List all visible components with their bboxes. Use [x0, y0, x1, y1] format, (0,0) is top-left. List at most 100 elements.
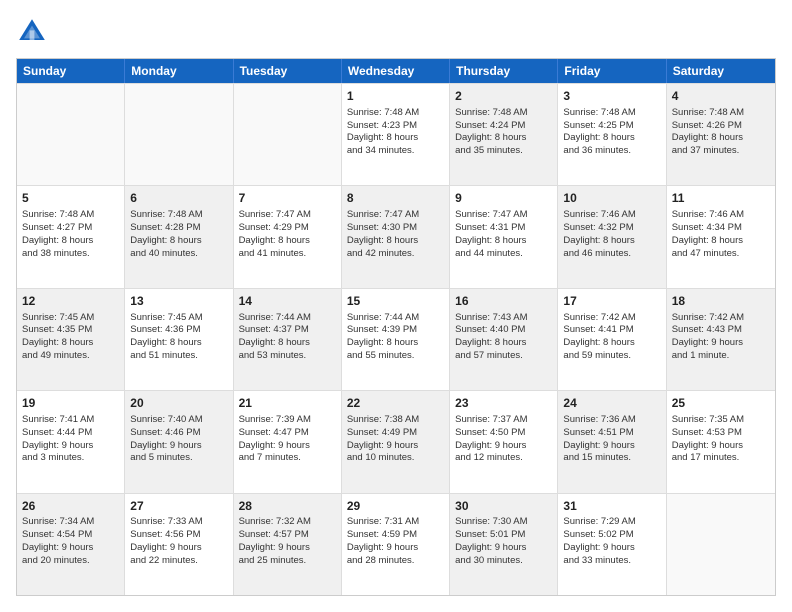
day-number: 6: [130, 190, 227, 207]
cal-cell: 16 Sunrise: 7:43 AM Sunset: 4:40 PM Dayli…: [450, 289, 558, 390]
cal-cell: [234, 84, 342, 185]
cell-info: Sunrise: 7:44 AM Sunset: 4:37 PM Dayligh…: [239, 312, 336, 363]
cal-cell: 8 Sunrise: 7:47 AM Sunset: 4:30 PM Daylig…: [342, 186, 450, 287]
cell-info: Sunrise: 7:47 AM Sunset: 4:31 PM Dayligh…: [455, 209, 552, 260]
day-number: 3: [563, 88, 660, 105]
day-number: 12: [22, 293, 119, 310]
cell-info: Sunrise: 7:44 AM Sunset: 4:39 PM Dayligh…: [347, 312, 444, 363]
cal-cell: 25Sunrise: 7:35 AM Sunset: 4:53 PM Dayli…: [667, 391, 775, 492]
day-number: 30: [455, 498, 552, 515]
cell-info: Sunrise: 7:41 AM Sunset: 4:44 PM Dayligh…: [22, 414, 119, 465]
day-number: 9: [455, 190, 552, 207]
calendar: SundayMondayTuesdayWednesdayThursdayFrid…: [16, 58, 776, 596]
cal-cell: 7Sunrise: 7:47 AM Sunset: 4:29 PM Daylig…: [234, 186, 342, 287]
day-number: 31: [563, 498, 660, 515]
cal-cell: [667, 494, 775, 595]
day-number: 16: [455, 293, 552, 310]
day-number: 23: [455, 395, 552, 412]
week-row-1: 1Sunrise: 7:48 AM Sunset: 4:23 PM Daylig…: [17, 83, 775, 185]
day-number: 19: [22, 395, 119, 412]
cal-cell: 12 Sunrise: 7:45 AM Sunset: 4:35 PM Dayli…: [17, 289, 125, 390]
header-day-sunday: Sunday: [17, 59, 125, 83]
cal-cell: 9 Sunrise: 7:47 AM Sunset: 4:31 PM Daylig…: [450, 186, 558, 287]
cal-cell: 2Sunrise: 7:48 AM Sunset: 4:24 PM Daylig…: [450, 84, 558, 185]
week-row-4: 19 Sunrise: 7:41 AM Sunset: 4:44 PM Dayli…: [17, 390, 775, 492]
cell-info: Sunrise: 7:48 AM Sunset: 4:28 PM Dayligh…: [130, 209, 227, 260]
cell-info: Sunrise: 7:43 AM Sunset: 4:40 PM Dayligh…: [455, 312, 552, 363]
cal-cell: 18 Sunrise: 7:42 AM Sunset: 4:43 PM Dayli…: [667, 289, 775, 390]
cell-info: Sunrise: 7:47 AM Sunset: 4:29 PM Dayligh…: [239, 209, 336, 260]
cal-cell: 15 Sunrise: 7:44 AM Sunset: 4:39 PM Dayli…: [342, 289, 450, 390]
day-number: 28: [239, 498, 336, 515]
header: [16, 16, 776, 48]
day-number: 13: [130, 293, 227, 310]
cal-cell: 3 Sunrise: 7:48 AM Sunset: 4:25 PM Daylig…: [558, 84, 666, 185]
cell-info: Sunrise: 7:40 AM Sunset: 4:46 PM Dayligh…: [130, 414, 227, 465]
cell-info: Sunrise: 7:48 AM Sunset: 4:25 PM Dayligh…: [563, 107, 660, 158]
cal-cell: 14 Sunrise: 7:44 AM Sunset: 4:37 PM Dayli…: [234, 289, 342, 390]
cal-cell: 27Sunrise: 7:33 AM Sunset: 4:56 PM Dayli…: [125, 494, 233, 595]
cal-cell: 30Sunrise: 7:30 AM Sunset: 5:01 PM Dayli…: [450, 494, 558, 595]
cal-cell: 19 Sunrise: 7:41 AM Sunset: 4:44 PM Dayli…: [17, 391, 125, 492]
cell-info: Sunrise: 7:48 AM Sunset: 4:24 PM Dayligh…: [455, 107, 552, 158]
cal-cell: 4Sunrise: 7:48 AM Sunset: 4:26 PM Daylig…: [667, 84, 775, 185]
cal-cell: 5Sunrise: 7:48 AM Sunset: 4:27 PM Daylig…: [17, 186, 125, 287]
cal-cell: 31Sunrise: 7:29 AM Sunset: 5:02 PM Dayli…: [558, 494, 666, 595]
cell-info: Sunrise: 7:46 AM Sunset: 4:34 PM Dayligh…: [672, 209, 770, 260]
cal-cell: 22Sunrise: 7:38 AM Sunset: 4:49 PM Dayli…: [342, 391, 450, 492]
day-number: 15: [347, 293, 444, 310]
day-number: 14: [239, 293, 336, 310]
cell-info: Sunrise: 7:42 AM Sunset: 4:41 PM Dayligh…: [563, 312, 660, 363]
cal-cell: 10 Sunrise: 7:46 AM Sunset: 4:32 PM Dayli…: [558, 186, 666, 287]
day-number: 26: [22, 498, 119, 515]
cal-cell: [125, 84, 233, 185]
cell-info: Sunrise: 7:42 AM Sunset: 4:43 PM Dayligh…: [672, 312, 770, 363]
day-number: 20: [130, 395, 227, 412]
cal-cell: 21 Sunrise: 7:39 AM Sunset: 4:47 PM Dayli…: [234, 391, 342, 492]
week-row-5: 26Sunrise: 7:34 AM Sunset: 4:54 PM Dayli…: [17, 493, 775, 595]
logo: [16, 16, 52, 48]
cell-info: Sunrise: 7:48 AM Sunset: 4:23 PM Dayligh…: [347, 107, 444, 158]
header-day-friday: Friday: [558, 59, 666, 83]
cell-info: Sunrise: 7:46 AM Sunset: 4:32 PM Dayligh…: [563, 209, 660, 260]
calendar-header: SundayMondayTuesdayWednesdayThursdayFrid…: [17, 59, 775, 83]
cal-cell: [17, 84, 125, 185]
cal-cell: 28Sunrise: 7:32 AM Sunset: 4:57 PM Dayli…: [234, 494, 342, 595]
cal-cell: 17 Sunrise: 7:42 AM Sunset: 4:41 PM Dayli…: [558, 289, 666, 390]
cell-info: Sunrise: 7:48 AM Sunset: 4:27 PM Dayligh…: [22, 209, 119, 260]
calendar-body: 1Sunrise: 7:48 AM Sunset: 4:23 PM Daylig…: [17, 83, 775, 595]
cell-info: Sunrise: 7:31 AM Sunset: 4:59 PM Dayligh…: [347, 516, 444, 567]
header-day-monday: Monday: [125, 59, 233, 83]
cal-cell: 29Sunrise: 7:31 AM Sunset: 4:59 PM Dayli…: [342, 494, 450, 595]
cell-info: Sunrise: 7:45 AM Sunset: 4:35 PM Dayligh…: [22, 312, 119, 363]
week-row-3: 12 Sunrise: 7:45 AM Sunset: 4:35 PM Dayli…: [17, 288, 775, 390]
day-number: 24: [563, 395, 660, 412]
cell-info: Sunrise: 7:39 AM Sunset: 4:47 PM Dayligh…: [239, 414, 336, 465]
cal-cell: 20 Sunrise: 7:40 AM Sunset: 4:46 PM Dayli…: [125, 391, 233, 492]
cell-info: Sunrise: 7:29 AM Sunset: 5:02 PM Dayligh…: [563, 516, 660, 567]
cal-cell: 23Sunrise: 7:37 AM Sunset: 4:50 PM Dayli…: [450, 391, 558, 492]
page: SundayMondayTuesdayWednesdayThursdayFrid…: [0, 0, 792, 612]
cell-info: Sunrise: 7:47 AM Sunset: 4:30 PM Dayligh…: [347, 209, 444, 260]
day-number: 21: [239, 395, 336, 412]
cell-info: Sunrise: 7:48 AM Sunset: 4:26 PM Dayligh…: [672, 107, 770, 158]
header-day-tuesday: Tuesday: [234, 59, 342, 83]
day-number: 17: [563, 293, 660, 310]
cell-info: Sunrise: 7:30 AM Sunset: 5:01 PM Dayligh…: [455, 516, 552, 567]
cell-info: Sunrise: 7:35 AM Sunset: 4:53 PM Dayligh…: [672, 414, 770, 465]
header-day-saturday: Saturday: [667, 59, 775, 83]
day-number: 18: [672, 293, 770, 310]
day-number: 29: [347, 498, 444, 515]
cal-cell: 24Sunrise: 7:36 AM Sunset: 4:51 PM Dayli…: [558, 391, 666, 492]
cell-info: Sunrise: 7:34 AM Sunset: 4:54 PM Dayligh…: [22, 516, 119, 567]
cal-cell: 26Sunrise: 7:34 AM Sunset: 4:54 PM Dayli…: [17, 494, 125, 595]
cal-cell: 1Sunrise: 7:48 AM Sunset: 4:23 PM Daylig…: [342, 84, 450, 185]
cell-info: Sunrise: 7:45 AM Sunset: 4:36 PM Dayligh…: [130, 312, 227, 363]
day-number: 10: [563, 190, 660, 207]
cal-cell: 6 Sunrise: 7:48 AM Sunset: 4:28 PM Daylig…: [125, 186, 233, 287]
header-day-wednesday: Wednesday: [342, 59, 450, 83]
day-number: 8: [347, 190, 444, 207]
cell-info: Sunrise: 7:32 AM Sunset: 4:57 PM Dayligh…: [239, 516, 336, 567]
day-number: 22: [347, 395, 444, 412]
header-day-thursday: Thursday: [450, 59, 558, 83]
